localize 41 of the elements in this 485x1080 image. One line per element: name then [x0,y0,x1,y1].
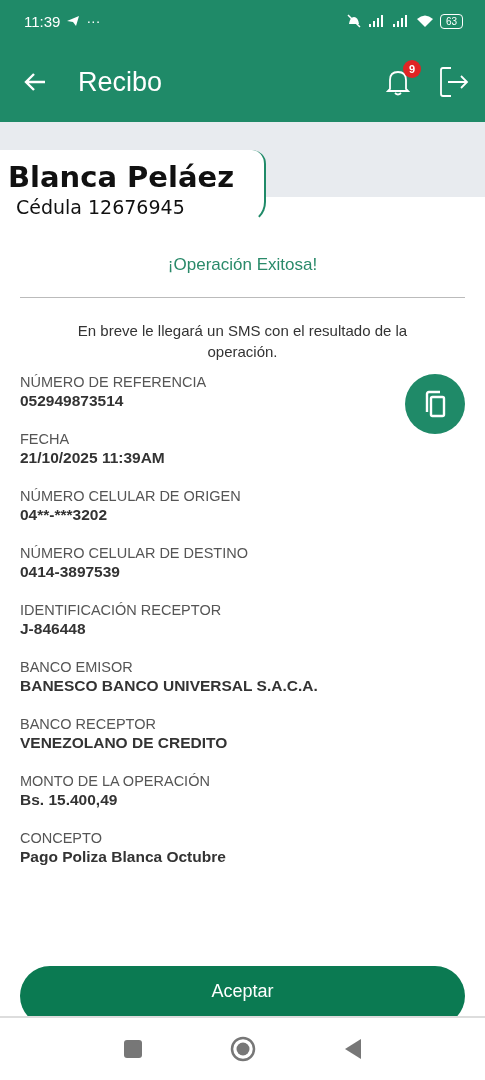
accept-button[interactable]: Aceptar [20,966,465,1016]
field-value: 04**-***3202 [20,506,108,524]
field-label: BANCO RECEPTOR [20,716,156,732]
more-notifications: ··· [86,13,101,29]
field-label: IDENTIFICACIÓN RECEPTOR [20,602,222,618]
field-value: 052949873514 [20,392,124,410]
wifi-icon [415,14,434,28]
field-value: 0414-3897539 [20,563,120,581]
bell-icon[interactable] [385,68,411,96]
field-label: BANCO EMISOR [20,659,133,675]
field-value: Pago Poliza Blanca Octubre [20,848,226,866]
back-arrow-icon[interactable] [24,72,46,92]
paper-plane-icon [66,15,81,27]
field-label: NÚMERO CELULAR DE ORIGEN [20,488,241,504]
field-label: NÚMERO DE REFERENCIA [20,374,207,390]
field-value: Bs. 15.400,49 [20,791,118,809]
recents-icon[interactable] [123,1040,142,1058]
field-value: J-846448 [20,620,86,638]
home-icon[interactable] [229,1036,256,1062]
logout-icon[interactable] [439,66,469,98]
customer-name: Blanca Peláez [8,160,235,194]
copy-button[interactable] [405,374,465,434]
field-value: VENEZOLANO DE CREDITO [20,734,228,752]
field-label: CONCEPTO [20,830,102,846]
success-message: ¡Operación Exitosa! [166,255,319,275]
screen-title: Recibo [78,66,163,98]
signal-icon [367,15,386,27]
back-icon[interactable] [343,1039,362,1059]
copy-icon [423,390,447,418]
field-value: 21/10/2025 11:39AM [20,449,165,467]
field-label: MONTO DE LA OPERACIÓN [20,773,210,789]
field-label: FECHA [20,431,70,447]
status-time: 11:39 [24,12,61,30]
signal-icon [391,15,410,27]
notification-badge: 9 [403,60,421,78]
battery-level: 63 [439,13,463,29]
mute-icon [345,14,362,28]
field-value: BANESCO BANCO UNIVERSAL S.A.C.A. [20,677,318,695]
customer-id: Cédula 12676945 [16,196,186,218]
field-label: NÚMERO CELULAR DE DESTINO [20,545,248,561]
sms-notice: En breve le llegará un SMS con el resultado de la operación. [76,321,409,362]
